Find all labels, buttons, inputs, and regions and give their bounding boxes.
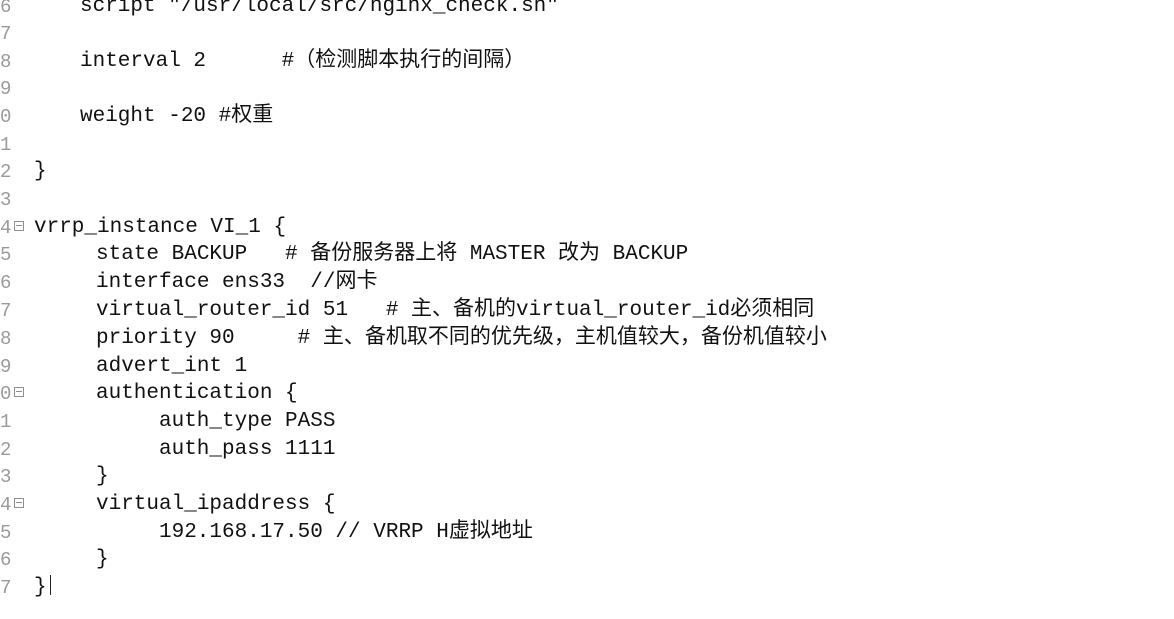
code-text[interactable]: authentication {: [96, 380, 298, 408]
line-number: 4: [0, 217, 12, 239]
code-line: 6 interface ens33 //网卡: [0, 269, 1174, 297]
line-number: 0: [0, 106, 12, 128]
code-text[interactable]: advert_int 1: [96, 353, 247, 381]
line-number: 6: [0, 549, 12, 571]
line-number: 3: [0, 466, 12, 488]
code-text[interactable]: auth_type PASS: [159, 408, 335, 436]
code-line: 8 interval 2 #（检测脚本执行的间隔）: [0, 48, 1174, 76]
code-line: 5 192.168.17.50 // VRRP H虚拟地址: [0, 519, 1174, 547]
code-line: 2 }: [0, 158, 1174, 186]
code-text[interactable]: weight -20 #权重: [80, 103, 273, 131]
code-line: 8 priority 90 # 主、备机取不同的优先级，主机值较大，备份机值较小: [0, 325, 1174, 353]
line-number: 8: [0, 51, 12, 73]
code-line: 6 }: [0, 546, 1174, 574]
code-line: 7 virtual_router_id 51 # 主、备机的virtual_ro…: [0, 297, 1174, 325]
line-number: 0: [0, 383, 12, 405]
code-text[interactable]: }: [96, 546, 109, 574]
fold-toggle-icon[interactable]: [14, 498, 24, 508]
code-line: 1: [0, 131, 1174, 159]
code-line: 6 script "/usr/local/src/nginx_check.sh": [0, 0, 1174, 21]
line-number: 7: [0, 577, 12, 599]
fold-toggle-icon[interactable]: [14, 387, 24, 397]
code-line: 0 authentication {: [0, 380, 1174, 408]
fold-toggle-icon[interactable]: [14, 221, 24, 231]
code-text[interactable]: interface ens33 //网卡: [96, 269, 377, 297]
line-number: 7: [0, 300, 12, 322]
code-editor[interactable]: 6 script "/usr/local/src/nginx_check.sh"…: [0, 0, 1174, 619]
code-text[interactable]: priority 90 # 主、备机取不同的优先级，主机值较大，备份机值较小: [96, 325, 827, 353]
code-text[interactable]: }: [34, 574, 51, 602]
text-cursor: [49, 575, 51, 595]
line-number: 9: [0, 78, 12, 100]
code-line: 4 vrrp_instance VI_1 {: [0, 214, 1174, 242]
line-number: 6: [0, 272, 12, 294]
code-text[interactable]: virtual_router_id 51 # 主、备机的virtual_rout…: [96, 297, 814, 325]
code-line: 9: [0, 75, 1174, 103]
code-text[interactable]: script "/usr/local/src/nginx_check.sh": [80, 0, 559, 21]
code-line: 5 state BACKUP # 备份服务器上将 MASTER 改为 BACKU…: [0, 241, 1174, 269]
line-number: 8: [0, 328, 12, 350]
line-number: 1: [0, 411, 12, 433]
code-line: 9 advert_int 1: [0, 353, 1174, 381]
line-number: 3: [0, 189, 12, 211]
code-text[interactable]: interval 2 #（检测脚本执行的间隔）: [80, 48, 525, 76]
code-text-content: }: [34, 576, 47, 599]
code-text[interactable]: state BACKUP # 备份服务器上将 MASTER 改为 BACKUP: [96, 241, 688, 269]
line-number: 6: [0, 0, 12, 18]
code-line: 2 auth_pass 1111: [0, 436, 1174, 464]
code-text[interactable]: vrrp_instance VI_1 {: [34, 214, 286, 242]
line-number: 9: [0, 356, 12, 378]
code-line: 4 virtual_ipaddress {: [0, 491, 1174, 519]
code-text[interactable]: auth_pass 1111: [159, 436, 335, 464]
line-number: 5: [0, 522, 12, 544]
code-line: 7 }: [0, 574, 1174, 602]
line-number: 1: [0, 134, 12, 156]
line-number: 5: [0, 244, 12, 266]
code-line: 7: [0, 20, 1174, 48]
code-text[interactable]: }: [34, 158, 47, 186]
line-number: 2: [0, 161, 12, 183]
code-line: 1 auth_type PASS: [0, 408, 1174, 436]
line-number: 4: [0, 494, 12, 516]
code-line: 3 }: [0, 463, 1174, 491]
line-number: 7: [0, 23, 12, 45]
code-text[interactable]: }: [96, 463, 109, 491]
code-text[interactable]: virtual_ipaddress {: [96, 491, 335, 519]
code-line: 3: [0, 186, 1174, 214]
code-line: 0 weight -20 #权重: [0, 103, 1174, 131]
line-number: 2: [0, 439, 12, 461]
code-text[interactable]: 192.168.17.50 // VRRP H虚拟地址: [159, 519, 533, 547]
